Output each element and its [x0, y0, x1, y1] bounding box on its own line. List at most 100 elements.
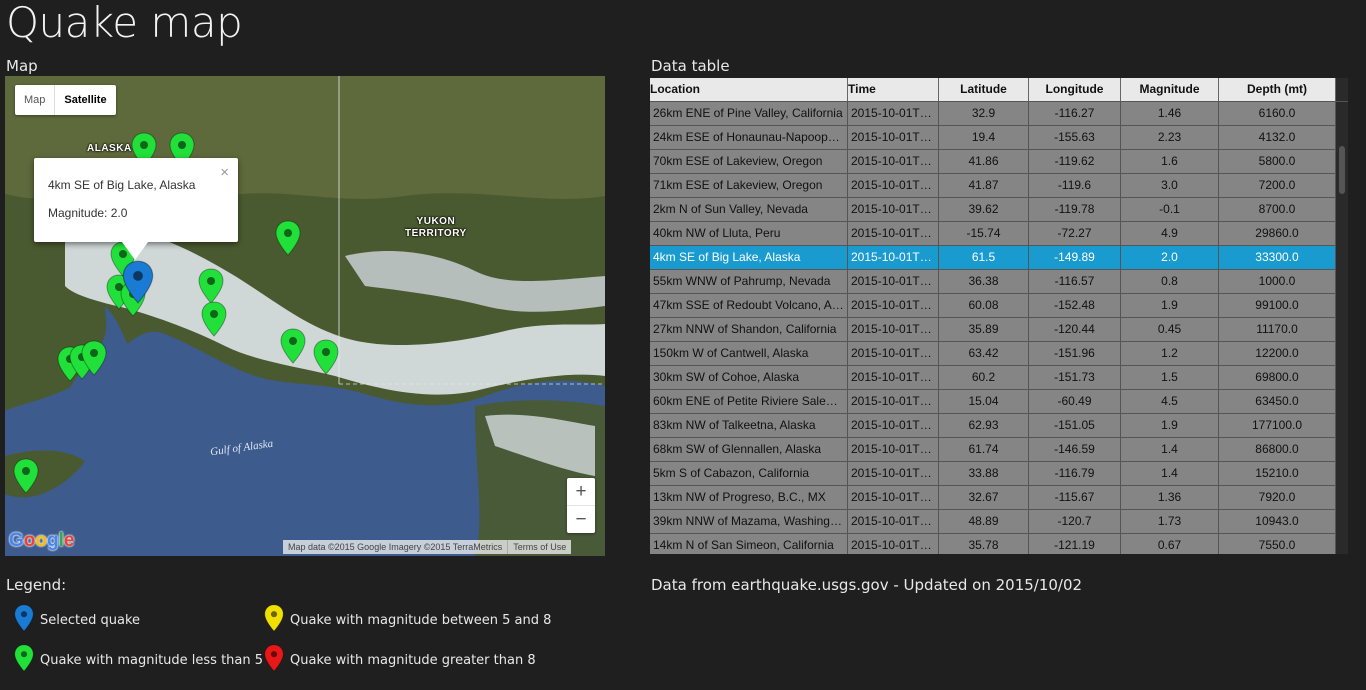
red-pin-icon [264, 643, 290, 677]
google-logo[interactable]: Google [9, 530, 74, 552]
table-cell: 2015-10-01T1… [848, 510, 939, 533]
table-scrollbar[interactable] [1336, 102, 1348, 554]
quake-marker[interactable] [280, 328, 306, 364]
table-cell: 61.5 [939, 246, 1029, 269]
table-row[interactable]: 26km ENE of Pine Valley, California 2015-… [650, 102, 1348, 126]
table-cell: 32.67 [939, 486, 1029, 509]
table-row[interactable]: 70km ESE of Lakeview, Oregon 2015-10-01T2… [650, 150, 1348, 174]
table-cell: 15.04 [939, 390, 1029, 413]
quake-marker[interactable] [313, 339, 339, 375]
quake-data-table: Location Time Latitude Longitude Magnitude De… [650, 78, 1348, 554]
table-cell: 14km N of San Simeon, California [650, 534, 848, 554]
table-cell: 1.4 [1121, 462, 1219, 485]
table-cell: 0.8 [1121, 270, 1219, 293]
column-header[interactable]: Longitude [1029, 78, 1121, 101]
table-cell: 69800.0 [1219, 366, 1336, 389]
quake-marker[interactable] [198, 268, 224, 304]
table-row[interactable]: 24km ESE of Honaunau-Napoopo… 2015-10-01T… [650, 126, 1348, 150]
table-cell: 26km ENE of Pine Valley, California [650, 102, 848, 125]
table-cell: 39.62 [939, 198, 1029, 221]
quake-marker[interactable] [13, 458, 39, 494]
table-cell: 36.38 [939, 270, 1029, 293]
selected-quake-marker[interactable] [121, 260, 154, 304]
table-cell: 2015-10-01T1… [848, 390, 939, 413]
table-cell: 40km NW of Lluta, Peru [650, 222, 848, 245]
table-cell: 2015-10-01T1… [848, 342, 939, 365]
table-cell: 177100.0 [1219, 414, 1336, 437]
scrollbar-thumb[interactable] [1339, 146, 1345, 194]
table-cell: 35.78 [939, 534, 1029, 554]
table-row[interactable]: 40km NW of Lluta, Peru 2015-10-01T1… -15.7… [650, 222, 1348, 246]
info-window-magnitude: Magnitude: 2.0 [48, 206, 128, 220]
info-window: × 4km SE of Big Lake, Alaska Magnitude: … [34, 158, 238, 260]
terms-of-use-link[interactable]: Terms of Use [507, 540, 571, 554]
quake-marker[interactable] [81, 340, 107, 376]
table-row[interactable]: 71km ESE of Lakeview, Oregon 2015-10-01T2… [650, 174, 1348, 198]
table-cell: 33300.0 [1219, 246, 1336, 269]
table-cell: -116.79 [1029, 462, 1121, 485]
table-row[interactable]: 13km NW of Progreso, B.C., MX 2015-10-01T… [650, 486, 1348, 510]
column-header[interactable]: Depth (mt) [1219, 78, 1336, 101]
table-cell: 1.9 [1121, 294, 1219, 317]
table-cell: 1.4 [1121, 438, 1219, 461]
table-row[interactable]: 47km SSE of Redoubt Volcano, Al… 2015-10-… [650, 294, 1348, 318]
table-cell: 71km ESE of Lakeview, Oregon [650, 174, 848, 197]
table-row[interactable]: 39km NNW of Mazama, Washingt… 2015-10-01T… [650, 510, 1348, 534]
table-cell: 8700.0 [1219, 198, 1336, 221]
table-cell: 33.88 [939, 462, 1029, 485]
table-cell: -120.44 [1029, 318, 1121, 341]
table-cell: 2.23 [1121, 126, 1219, 149]
table-row[interactable]: 2km N of Sun Valley, Nevada 2015-10-01T1…… [650, 198, 1348, 222]
table-cell: 2015-10-01T2… [848, 174, 939, 197]
table-row-selected[interactable]: 4km SE of Big Lake, Alaska 2015-10-01T1… 6… [650, 246, 1348, 270]
legend-label: Quake with magnitude less than 5 [40, 652, 264, 668]
column-header[interactable]: Location [650, 78, 848, 101]
table-cell: 1000.0 [1219, 270, 1336, 293]
column-header[interactable]: Latitude [939, 78, 1029, 101]
table-cell: 2015-10-01T1… [848, 222, 939, 245]
table-cell: -115.67 [1029, 486, 1121, 509]
table-cell: 1.2 [1121, 342, 1219, 365]
table-cell: 1.73 [1121, 510, 1219, 533]
table-cell: 62.93 [939, 414, 1029, 437]
table-row[interactable]: 55km WNW of Pahrump, Nevada 2015-10-01T1…… [650, 270, 1348, 294]
scrollbar-corner [1336, 78, 1348, 101]
quake-marker[interactable] [275, 220, 301, 256]
map-label-yukon: YUKON TERRITORY [405, 216, 467, 239]
table-row[interactable]: 5km S of Cabazon, California 2015-10-01T1… [650, 462, 1348, 486]
table-cell: -149.89 [1029, 246, 1121, 269]
info-window-title: 4km SE of Big Lake, Alaska [48, 178, 196, 192]
table-cell: 61.74 [939, 438, 1029, 461]
table-row[interactable]: 14km N of San Simeon, California 2015-10-… [650, 534, 1348, 554]
table-cell: 35.89 [939, 318, 1029, 341]
table-cell: 1.6 [1121, 150, 1219, 173]
table-cell: 63450.0 [1219, 390, 1336, 413]
table-cell: 24km ESE of Honaunau-Napoopo… [650, 126, 848, 149]
table-row[interactable]: 83km NW of Talkeetna, Alaska 2015-10-01T1… [650, 414, 1348, 438]
quake-marker[interactable] [201, 301, 227, 337]
zoom-out-button[interactable]: − [567, 506, 595, 533]
table-cell: -152.48 [1029, 294, 1121, 317]
table-cell: -151.05 [1029, 414, 1121, 437]
map-type-satellite-button[interactable]: Satellite [54, 85, 115, 115]
table-cell: 70km ESE of Lakeview, Oregon [650, 150, 848, 173]
table-cell: -146.59 [1029, 438, 1121, 461]
table-row[interactable]: 30km SW of Cohoe, Alaska 2015-10-01T1… 60.… [650, 366, 1348, 390]
map-type-map-button[interactable]: Map [15, 85, 54, 115]
table-row[interactable]: 68km SW of Glennallen, Alaska 2015-10-01T… [650, 438, 1348, 462]
table-row[interactable]: 27km NNW of Shandon, California 2015-10-0… [650, 318, 1348, 342]
table-cell: 60.08 [939, 294, 1029, 317]
zoom-in-button[interactable]: + [567, 478, 595, 506]
legend-title: Legend: [6, 576, 67, 594]
close-icon[interactable]: × [220, 164, 229, 181]
column-header[interactable]: Magnitude [1121, 78, 1219, 101]
table-cell: -155.63 [1029, 126, 1121, 149]
table-row[interactable]: 150km W of Cantwell, Alaska 2015-10-01T1…… [650, 342, 1348, 366]
column-header[interactable]: Time [848, 78, 939, 101]
table-cell: 2015-10-01T1… [848, 270, 939, 293]
table-row[interactable]: 60km ENE of Petite Riviere Salee, … 2015-… [650, 390, 1348, 414]
map-view[interactable]: ALASKA YUKON TERRITORY Gulf of Alaska Ma… [5, 76, 605, 556]
table-cell: 48.89 [939, 510, 1029, 533]
table-cell: 2015-10-01T1… [848, 438, 939, 461]
table-cell: 4132.0 [1219, 126, 1336, 149]
